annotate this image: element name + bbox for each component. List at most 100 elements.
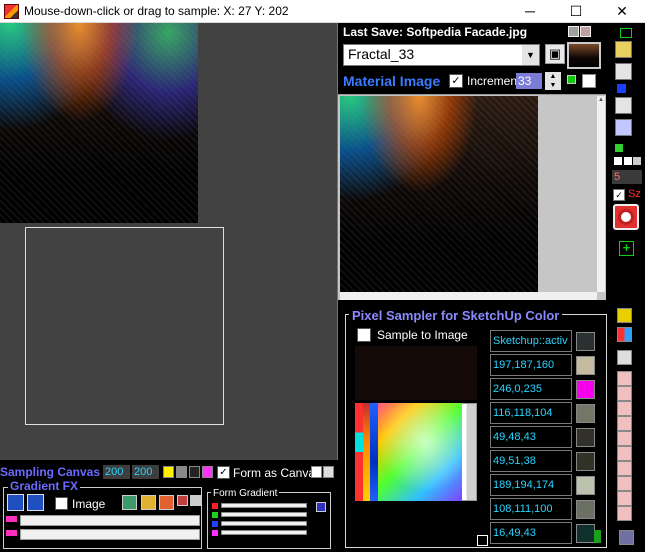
copy-icon[interactable] xyxy=(615,119,632,136)
export-icon[interactable] xyxy=(580,26,591,37)
number-field[interactable]: 5 xyxy=(612,170,642,184)
gradient-strip[interactable] xyxy=(370,403,378,501)
gradient-strip[interactable] xyxy=(363,403,370,501)
palette-icon[interactable] xyxy=(617,327,632,342)
sampling-canvas-frame[interactable] xyxy=(25,227,224,425)
color-row-value[interactable]: 49,51,38 xyxy=(490,450,572,472)
gradient-slider[interactable] xyxy=(20,529,200,540)
magenta-channel-slider[interactable] xyxy=(221,530,307,535)
arrow-left-icon[interactable] xyxy=(617,350,632,365)
form-as-canvas-checkbox[interactable]: ✓ xyxy=(217,466,230,479)
gradient-strip[interactable] xyxy=(355,403,363,501)
white-swatch[interactable] xyxy=(582,74,596,88)
floppy-save-button[interactable]: ▣ xyxy=(545,44,565,64)
color-row-value[interactable]: 246,0,235 xyxy=(490,378,572,400)
maximize-button[interactable]: ☐ xyxy=(553,0,599,23)
swatch-tool-icon[interactable] xyxy=(617,476,632,491)
grid-icon-2[interactable] xyxy=(624,157,632,165)
sample-image[interactable] xyxy=(0,23,198,223)
gray-swatch[interactable] xyxy=(176,466,187,478)
fx-tool-icon[interactable] xyxy=(177,495,188,506)
swatch-tool-icon[interactable] xyxy=(617,371,632,386)
swatch-tool-icon[interactable] xyxy=(617,461,632,476)
fx-tool-icon[interactable] xyxy=(122,495,137,510)
white-swatch[interactable] xyxy=(311,466,322,478)
increment-stepper[interactable]: ▲ ▼ xyxy=(545,72,561,90)
minimize-button[interactable]: ─ xyxy=(507,0,553,23)
window-title: Mouse-down-click or drag to sample: X: 2… xyxy=(24,4,289,18)
sample-to-image-label: Sample to Image xyxy=(377,328,468,342)
color-row-swatch[interactable] xyxy=(576,356,595,375)
color-row-swatch[interactable] xyxy=(576,380,595,399)
green-channel-slider[interactable] xyxy=(221,512,307,517)
add-sample-icon[interactable] xyxy=(617,308,632,323)
blue-channel-slider[interactable] xyxy=(221,521,307,526)
swatch-tool-icon[interactable] xyxy=(617,416,632,431)
color-row-value[interactable]: 49,48,43 xyxy=(490,426,572,448)
gradient-slider[interactable] xyxy=(20,515,200,526)
material-preview-image xyxy=(340,96,538,292)
blue-square-icon[interactable] xyxy=(617,84,626,93)
increment-field[interactable]: 33 xyxy=(516,73,542,89)
black-swatch[interactable] xyxy=(189,466,200,478)
chevron-down-icon[interactable]: ▼ xyxy=(522,45,539,65)
slider-marker xyxy=(6,530,17,536)
swatch-tool-icon[interactable] xyxy=(617,491,632,506)
form-gradient-label: Form Gradient xyxy=(211,488,280,499)
form-as-canvas-label: Form as Canvas xyxy=(233,466,322,480)
color-row-value[interactable]: 189,194,174 xyxy=(490,474,572,496)
save-icon[interactable] xyxy=(568,26,579,37)
gradient-fx-label: Gradient FX xyxy=(8,479,81,493)
swatch-tool-icon[interactable] xyxy=(617,386,632,401)
gradient-color-field[interactable] xyxy=(370,403,462,501)
yellow-swatch[interactable] xyxy=(163,466,174,478)
small-toggle-box[interactable] xyxy=(477,535,488,546)
color-row-value[interactable]: 116,118,104 xyxy=(490,402,572,424)
form-gradient-button[interactable] xyxy=(316,502,326,512)
canvas-width-field[interactable]: 200 xyxy=(103,465,130,479)
swatch-tool-icon[interactable] xyxy=(617,506,632,521)
color-row-value[interactable]: 16,49,43 xyxy=(490,522,572,544)
color-row-swatch[interactable] xyxy=(576,428,595,447)
sz-checkbox[interactable]: ✓ xyxy=(613,189,625,201)
add-icon[interactable]: + xyxy=(619,241,634,256)
swatch-tool-icon[interactable] xyxy=(617,401,632,416)
green-swatch[interactable] xyxy=(567,75,576,84)
grid-icon-3[interactable] xyxy=(633,157,641,165)
green-dot-icon[interactable] xyxy=(615,144,623,152)
color-row-swatch[interactable] xyxy=(576,500,595,519)
canvas-height-field[interactable]: 200 xyxy=(132,465,159,479)
material-image-checkbox[interactable]: ✓ xyxy=(449,74,463,88)
color-row-swatch[interactable] xyxy=(576,332,595,351)
light-swatch[interactable] xyxy=(323,466,334,478)
color-row-value[interactable]: 197,187,160 xyxy=(490,354,572,376)
gear-icon[interactable] xyxy=(619,530,634,545)
color-row-swatch[interactable] xyxy=(576,452,595,471)
open-folder-icon[interactable] xyxy=(615,41,632,58)
color-row-value[interactable]: Sketchup::activ xyxy=(490,330,572,352)
red-channel-dot xyxy=(212,503,218,509)
color-row-swatch[interactable] xyxy=(576,476,595,495)
color-row-swatch[interactable] xyxy=(576,404,595,423)
color-row-value[interactable]: 108,111,100 xyxy=(490,498,572,520)
image-checkbox[interactable] xyxy=(55,497,68,510)
swatch-tool-icon[interactable] xyxy=(617,446,632,461)
color-row-swatch[interactable] xyxy=(576,524,595,543)
clipboard-icon[interactable] xyxy=(615,63,632,80)
magenta-swatch[interactable] xyxy=(202,466,213,478)
red-channel-slider[interactable] xyxy=(221,503,307,508)
paste-icon[interactable] xyxy=(615,97,632,114)
fx-tool-icon[interactable] xyxy=(159,495,174,510)
preview-vertical-scrollbar[interactable]: ▲ xyxy=(597,96,605,292)
gradient-button-2[interactable] xyxy=(27,494,44,511)
sample-to-image-checkbox[interactable] xyxy=(357,328,371,342)
preview-horizontal-scrollbar[interactable] xyxy=(340,292,597,300)
fx-tool-icon[interactable] xyxy=(141,495,156,510)
grid-icon[interactable] xyxy=(614,157,622,165)
close-button[interactable]: ✕ xyxy=(599,0,645,23)
image-label: Image xyxy=(72,497,106,511)
fx-tool-icon[interactable] xyxy=(190,495,201,506)
gradient-button[interactable] xyxy=(7,494,24,511)
swatch-tool-icon[interactable] xyxy=(617,431,632,446)
new-icon[interactable] xyxy=(620,28,632,38)
